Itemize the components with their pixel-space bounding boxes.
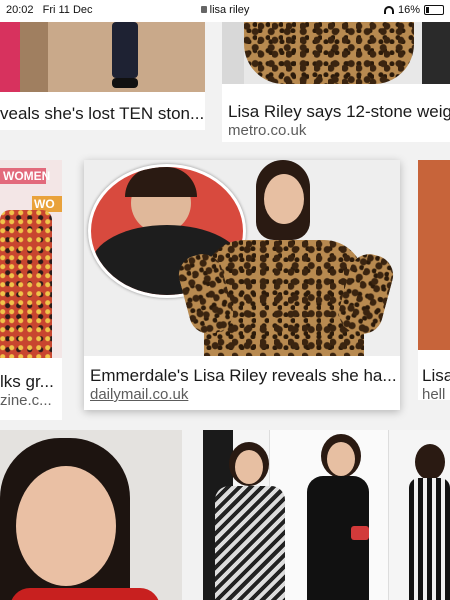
address-bar[interactable]: lisa riley <box>0 4 450 16</box>
result-image-card-selected[interactable]: Emmerdale's Lisa Riley reveals she ha...… <box>84 160 400 410</box>
result-image-card[interactable]: Lisa hell <box>418 160 450 400</box>
battery-percent: 16% <box>397 4 420 16</box>
result-image-card[interactable] <box>203 430 450 600</box>
result-title[interactable]: Lisa Riley says 12-stone weigh <box>228 102 450 122</box>
result-image-card[interactable]: veals she's lost TEN ston... <box>0 22 205 130</box>
result-thumbnail[interactable] <box>203 430 450 600</box>
result-title[interactable]: veals she's lost TEN ston... <box>0 104 204 124</box>
result-thumbnail[interactable] <box>0 22 205 92</box>
women-banner: WOMEN <box>0 168 50 184</box>
result-source[interactable]: metro.co.uk <box>228 122 306 139</box>
result-thumbnail[interactable] <box>0 430 182 600</box>
result-image-card[interactable] <box>0 430 182 600</box>
battery-icon <box>424 5 444 15</box>
result-source[interactable]: hell <box>422 386 445 400</box>
address-text: lisa riley <box>209 4 250 16</box>
result-thumbnail[interactable] <box>418 160 450 350</box>
result-image-card[interactable]: Lisa Riley says 12-stone weigh metro.co.… <box>222 22 450 142</box>
result-source[interactable]: zine.c... <box>0 392 52 409</box>
result-source[interactable]: dailymail.co.uk <box>90 386 188 403</box>
result-thumbnail[interactable] <box>84 160 400 356</box>
wifi-icon <box>383 6 394 14</box>
lock-icon <box>200 6 207 13</box>
result-title[interactable]: lks gr... <box>0 372 54 392</box>
result-title[interactable]: Lisa <box>422 366 450 386</box>
result-thumbnail[interactable]: WOMEN WO <box>0 160 62 358</box>
status-right: 16% <box>383 4 444 16</box>
result-thumbnail[interactable] <box>222 22 450 84</box>
result-title[interactable]: Emmerdale's Lisa Riley reveals she ha... <box>90 366 397 386</box>
status-bar: 20:02 Fri 11 Dec lisa riley 16% <box>0 0 450 22</box>
result-image-card[interactable]: WOMEN WO lks gr... zine.c... <box>0 160 62 420</box>
